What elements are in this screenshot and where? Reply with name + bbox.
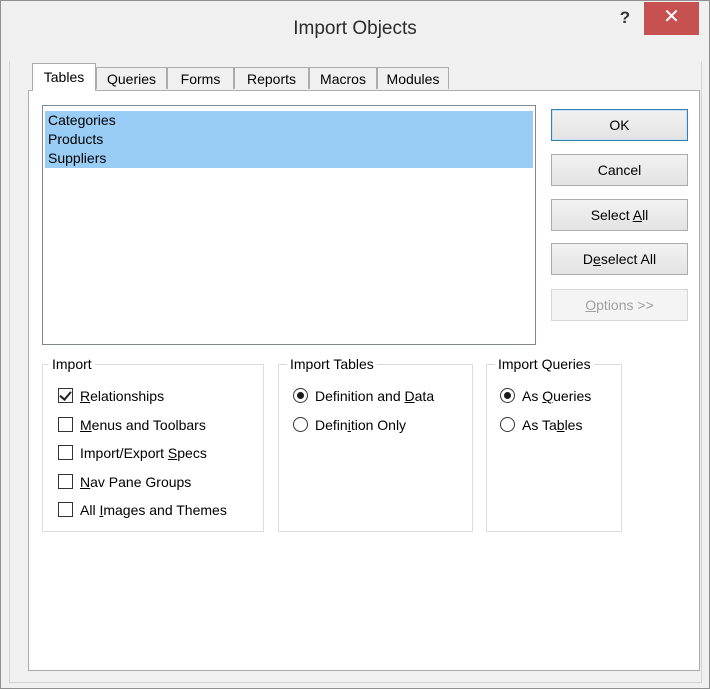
select-all-label-rest: ll [642,207,649,223]
checkbox-unchecked[interactable] [58,417,73,432]
accesskey: R [80,388,91,404]
label-text: pecs [177,445,207,461]
select-all-accesskey: A [632,207,643,223]
radio-unselected[interactable] [293,417,308,432]
close-button[interactable]: ✕ [644,2,699,35]
accesskey: Q [542,388,554,404]
label-text: As [522,388,543,404]
title-bar[interactable]: Import Objects ? ✕ [1,1,709,61]
accesskey: S [167,445,178,461]
ok-button[interactable]: OK [551,109,688,141]
objects-listbox[interactable]: Categories Products Suppliers [42,105,536,345]
menus-toolbars-label: Menus and Toolbars [80,415,206,435]
import-export-specs-label: Import/Export Specs [80,443,207,463]
label-text: ueries [553,388,592,404]
radio-selected[interactable] [500,388,515,403]
label-text: All [80,502,100,518]
options-accesskey: O [585,297,597,313]
options-label: ptions >> [596,297,654,313]
options-button[interactable]: Options >> [551,289,688,321]
frame-left [9,61,10,683]
label-text: As Ta [522,417,557,433]
tab-queries[interactable]: Queries [96,67,167,89]
list-item[interactable]: Products [45,130,533,149]
import-group: Import Relationships Menus and Toolbars … [42,355,264,532]
label-text: Import/Export [80,445,168,461]
accesskey: b [556,417,565,433]
accesskey: N [80,474,91,490]
frame-bottom [9,682,702,683]
list-item[interactable]: Categories [45,111,533,130]
label-text: ata [414,388,435,404]
as-queries-label: As Queries [522,386,591,406]
list-item[interactable]: Suppliers [45,149,533,168]
checkbox-unchecked[interactable] [58,445,73,460]
deselect-all-button[interactable]: Deselect All [551,243,688,275]
frame-right [701,61,702,683]
select-all-button[interactable]: Select All [551,199,688,231]
checkbox-unchecked[interactable] [58,474,73,489]
label-text: enus and Toolbars [91,417,206,433]
label-text: Definition and [315,388,405,404]
tab-macros[interactable]: Macros [309,67,377,89]
import-objects-dialog: Import Objects ? ✕ Tables Queries Forms … [0,0,710,689]
cancel-button[interactable]: Cancel [551,154,688,186]
dialog-title: Import Objects [293,18,417,39]
deselect-all-label-rest: select All [600,251,657,267]
tab-forms[interactable]: Forms [167,67,234,89]
deselect-all-accesskey: e [593,251,601,267]
checkbox-unchecked[interactable] [58,502,73,517]
accesskey: M [80,417,92,433]
checkbox-checked[interactable] [58,388,73,403]
import-queries-group-title: Import Queries [495,355,594,373]
label-text: les [564,417,583,433]
label-text: av Pane Groups [90,474,192,490]
definition-and-data-label: Definition and Data [315,386,434,406]
help-button[interactable]: ? [609,7,641,33]
import-group-title: Import [49,355,95,373]
definition-only-label: Definition Only [315,415,406,435]
select-all-label: Select [590,207,633,223]
images-themes-label: All Images and Themes [80,500,227,520]
label-text: mages and Themes [103,502,227,518]
accesskey: D [404,388,415,404]
nav-pane-groups-label: Nav Pane Groups [80,472,191,492]
label-text: tion Only [350,417,407,433]
label-text: Defin [315,417,348,433]
tab-tables[interactable]: Tables [32,63,96,91]
as-tables-label: As Tables [522,415,582,435]
deselect-all-label: D [582,251,594,267]
radio-unselected[interactable] [500,417,515,432]
relationships-label: Relationships [80,386,164,406]
tab-modules[interactable]: Modules [377,67,449,89]
import-tables-group: Import Tables Definition and Data Defini… [278,355,473,532]
tab-reports[interactable]: Reports [234,67,309,89]
label-text: elationships [90,388,165,404]
import-queries-group: Import Queries As Queries As Tables [486,355,622,532]
radio-selected[interactable] [293,388,308,403]
import-tables-group-title: Import Tables [287,355,377,373]
